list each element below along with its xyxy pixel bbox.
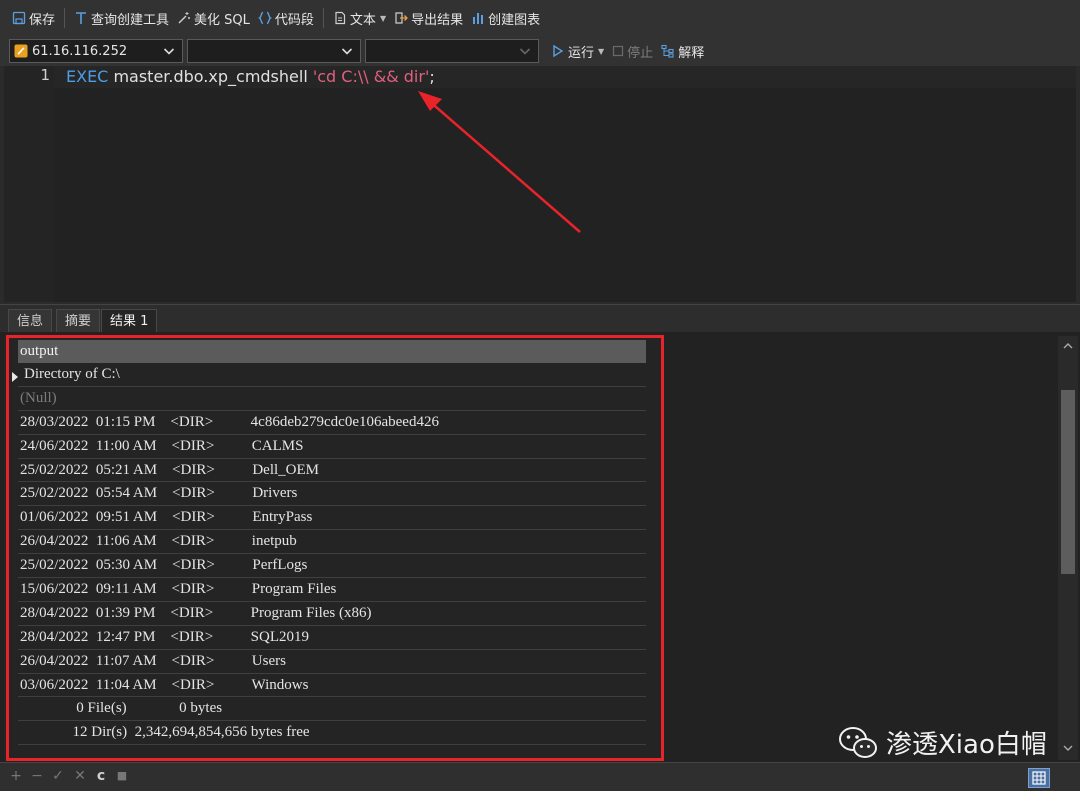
result-table: output Directory of C:\ (Null) 28/03/202… bbox=[18, 340, 646, 746]
table-row[interactable]: 03/06/2022 11:04 AM <DIR> Windows bbox=[18, 674, 646, 698]
export-icon bbox=[394, 11, 409, 25]
table-row[interactable]: 25/02/2022 05:30 AM <DIR> PerfLogs bbox=[18, 554, 646, 579]
tab-result-1[interactable]: 结果 1 bbox=[101, 309, 158, 333]
export-result-label: 导出结果 bbox=[411, 12, 464, 28]
caret-down-icon[interactable]: ▼ bbox=[598, 47, 604, 56]
run-label: 运行 bbox=[568, 45, 595, 61]
code-snippet-label: 代码段 bbox=[274, 12, 314, 28]
result-panel: output Directory of C:\ (Null) 28/03/202… bbox=[0, 332, 1080, 762]
table-row[interactable]: 25/02/2022 05:21 AM <DIR> Dell_OEM bbox=[18, 459, 646, 483]
stop-query-icon[interactable]: ■ bbox=[116, 770, 128, 782]
stop-icon bbox=[613, 45, 624, 57]
create-chart-button[interactable]: 创建图表 bbox=[467, 6, 544, 30]
braces-icon bbox=[257, 11, 272, 25]
text-mode-label: 文本 bbox=[349, 12, 376, 28]
connection-bar: 61.16.116.252 运行 ▼ 停止 解释 bbox=[0, 36, 1080, 66]
table-row[interactable]: 12 Dir(s) 2,342,694,854,656 bytes free bbox=[18, 721, 646, 746]
bar-chart-icon bbox=[471, 11, 485, 25]
annotation-arrow bbox=[418, 91, 581, 233]
sql-string-literal: 'cd C:\\ && dir' bbox=[312, 67, 430, 86]
delete-row-icon[interactable]: − bbox=[31, 769, 43, 783]
database-select[interactable] bbox=[187, 39, 361, 63]
vertical-scrollbar[interactable] bbox=[1058, 336, 1078, 760]
stop-label: 停止 bbox=[627, 45, 654, 61]
sql-editor[interactable]: 1 EXEC master.dbo.xp_cmdshell 'cd C:\\ &… bbox=[4, 66, 1076, 302]
line-number-gutter: 1 bbox=[4, 66, 54, 302]
discard-changes-icon[interactable]: ✕ bbox=[74, 769, 86, 783]
watermark: 渗透Xiao白帽 bbox=[838, 724, 1047, 761]
scrollbar-thumb[interactable] bbox=[1061, 390, 1075, 574]
code-snippet-button[interactable]: 代码段 bbox=[254, 6, 318, 30]
table-row[interactable]: 28/03/2022 01:15 PM <DIR> 4c86deb279cdc0… bbox=[18, 411, 646, 435]
query-builder-label: 查询创建工具 bbox=[91, 12, 170, 28]
toolbar-divider bbox=[64, 8, 66, 28]
save-label: 保存 bbox=[29, 12, 56, 28]
tab-summary[interactable]: 摘要 bbox=[56, 309, 101, 333]
result-tab-bar: 信息 摘要 结果 1 bbox=[0, 304, 1080, 333]
table-row[interactable]: 28/04/2022 01:39 PM <DIR> Program Files … bbox=[18, 602, 646, 626]
watermark-text: 渗透Xiao白帽 bbox=[886, 730, 1047, 760]
save-button[interactable]: 保存 bbox=[8, 6, 59, 30]
run-button[interactable]: 运行 ▼ bbox=[551, 42, 604, 61]
table-row[interactable]: 0 File(s) 0 bytes bbox=[18, 697, 646, 722]
table-row[interactable]: (Null) bbox=[18, 387, 646, 411]
table-row[interactable]: 01/06/2022 09:51 AM <DIR> EntryPass bbox=[18, 506, 646, 531]
mssql-connection-icon bbox=[14, 44, 28, 58]
table-row[interactable]: 28/04/2022 12:47 PM <DIR> SQL2019 bbox=[18, 626, 646, 650]
scroll-up-icon[interactable] bbox=[1062, 340, 1074, 352]
refresh-icon[interactable]: c bbox=[95, 769, 107, 783]
chevron-down-icon bbox=[341, 48, 353, 55]
line-number: 1 bbox=[40, 66, 50, 84]
connection-select[interactable]: 61.16.116.252 bbox=[9, 39, 183, 63]
sql-object-name: master.dbo.xp_cmdshell bbox=[108, 67, 313, 86]
export-result-button[interactable]: 导出结果 bbox=[390, 6, 467, 30]
table-row[interactable]: 25/02/2022 05:54 AM <DIR> Drivers bbox=[18, 482, 646, 507]
create-chart-label: 创建图表 bbox=[488, 12, 541, 28]
explain-button[interactable]: 解释 bbox=[661, 42, 704, 61]
sql-terminator: ; bbox=[429, 67, 435, 86]
beautify-sql-button[interactable]: 美化 SQL bbox=[173, 6, 254, 30]
stop-button[interactable]: 停止 bbox=[612, 42, 653, 61]
magic-wand-icon bbox=[177, 11, 191, 25]
document-icon bbox=[333, 11, 347, 25]
chevron-down-icon bbox=[163, 48, 175, 55]
grid-view-icon bbox=[1032, 771, 1046, 785]
table-row[interactable]: 15/06/2022 09:11 AM <DIR> Program Files bbox=[18, 578, 646, 602]
toolbar-divider bbox=[322, 8, 324, 28]
result-bottom-bar: + − ✓ ✕ c ■ bbox=[0, 762, 1080, 791]
chevron-down-icon bbox=[519, 48, 531, 55]
caret-down-icon[interactable]: ▼ bbox=[380, 14, 386, 23]
play-icon bbox=[553, 44, 564, 58]
sql-keyword: EXEC bbox=[66, 67, 109, 86]
beautify-sql-label: 美化 SQL bbox=[194, 12, 250, 28]
text-mode-button[interactable]: 文本 ▼ bbox=[329, 6, 390, 30]
save-icon bbox=[12, 11, 26, 25]
connection-host: 61.16.116.252 bbox=[32, 43, 128, 59]
query-builder-button[interactable]: 查询创建工具 bbox=[70, 6, 173, 30]
tab-info[interactable]: 信息 bbox=[8, 309, 53, 333]
table-row[interactable]: Directory of C:\ bbox=[18, 363, 646, 387]
grid-view-button[interactable] bbox=[1028, 768, 1050, 788]
table-row[interactable]: 24/06/2022 11:00 AM <DIR> CALMS bbox=[18, 435, 646, 459]
sql-code-line[interactable]: EXEC master.dbo.xp_cmdshell 'cd C:\\ && … bbox=[66, 66, 435, 88]
table-row[interactable]: 26/04/2022 11:07 AM <DIR> Users bbox=[18, 650, 646, 674]
scroll-down-icon[interactable] bbox=[1062, 742, 1074, 754]
add-row-icon[interactable]: + bbox=[10, 769, 22, 783]
column-header-output[interactable]: output bbox=[18, 340, 646, 363]
table-row[interactable]: 26/04/2022 11:06 AM <DIR> inetpub bbox=[18, 530, 646, 555]
apply-changes-icon[interactable]: ✓ bbox=[52, 769, 64, 783]
explain-plan-icon bbox=[661, 44, 674, 58]
wechat-logo-icon bbox=[839, 726, 877, 758]
result-grid[interactable]: output Directory of C:\ (Null) 28/03/202… bbox=[4, 336, 664, 760]
query-builder-icon bbox=[74, 11, 88, 25]
main-toolbar: 保存 查询创建工具 美化 SQL 代码段 文本 ▼ 导出结果 创建图表 bbox=[0, 0, 1080, 36]
explain-label: 解释 bbox=[678, 45, 705, 61]
schema-select[interactable] bbox=[365, 39, 539, 63]
